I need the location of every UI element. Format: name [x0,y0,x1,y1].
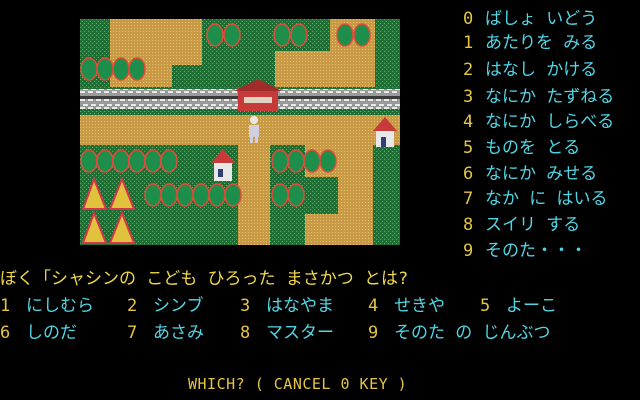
option-7[interactable]: 7 あさみ [127,322,204,344]
command-7[interactable]: 7 なか に はいる [463,188,607,210]
question-text: ぼく「シャシンの こども ひろった まさかつ とは? [0,269,409,289]
command-5[interactable]: 5 ものを とる [463,137,580,159]
option-4[interactable]: 4 せきや [368,295,445,317]
option-9[interactable]: 9 そのた の じんぶつ [368,322,550,344]
option-1[interactable]: 1 にしむら [0,295,94,317]
command-0[interactable]: 0 ばしょ いどう [463,8,597,30]
command-2[interactable]: 2 はなし かける [463,59,597,81]
which-prompt: WHICH? ( CANCEL 0 KEY ) [188,375,408,393]
command-1[interactable]: 1 あたりを みる [463,32,597,54]
option-5[interactable]: 5 よーこ [480,295,557,317]
option-8[interactable]: 8 マスター [240,322,334,344]
option-6[interactable]: 6 しのだ [0,322,77,344]
town-map-scene [80,19,400,245]
option-2[interactable]: 2 シンブ [127,295,204,317]
command-9[interactable]: 9 そのた・・・ [463,240,587,262]
command-8[interactable]: 8 スイリ する [463,214,580,236]
option-3[interactable]: 3 はなやま [240,295,334,317]
command-4[interactable]: 4 なにか しらべる [463,111,614,133]
command-3[interactable]: 3 なにか たずねる [463,86,614,108]
command-6[interactable]: 6 なにか みせる [463,163,597,185]
